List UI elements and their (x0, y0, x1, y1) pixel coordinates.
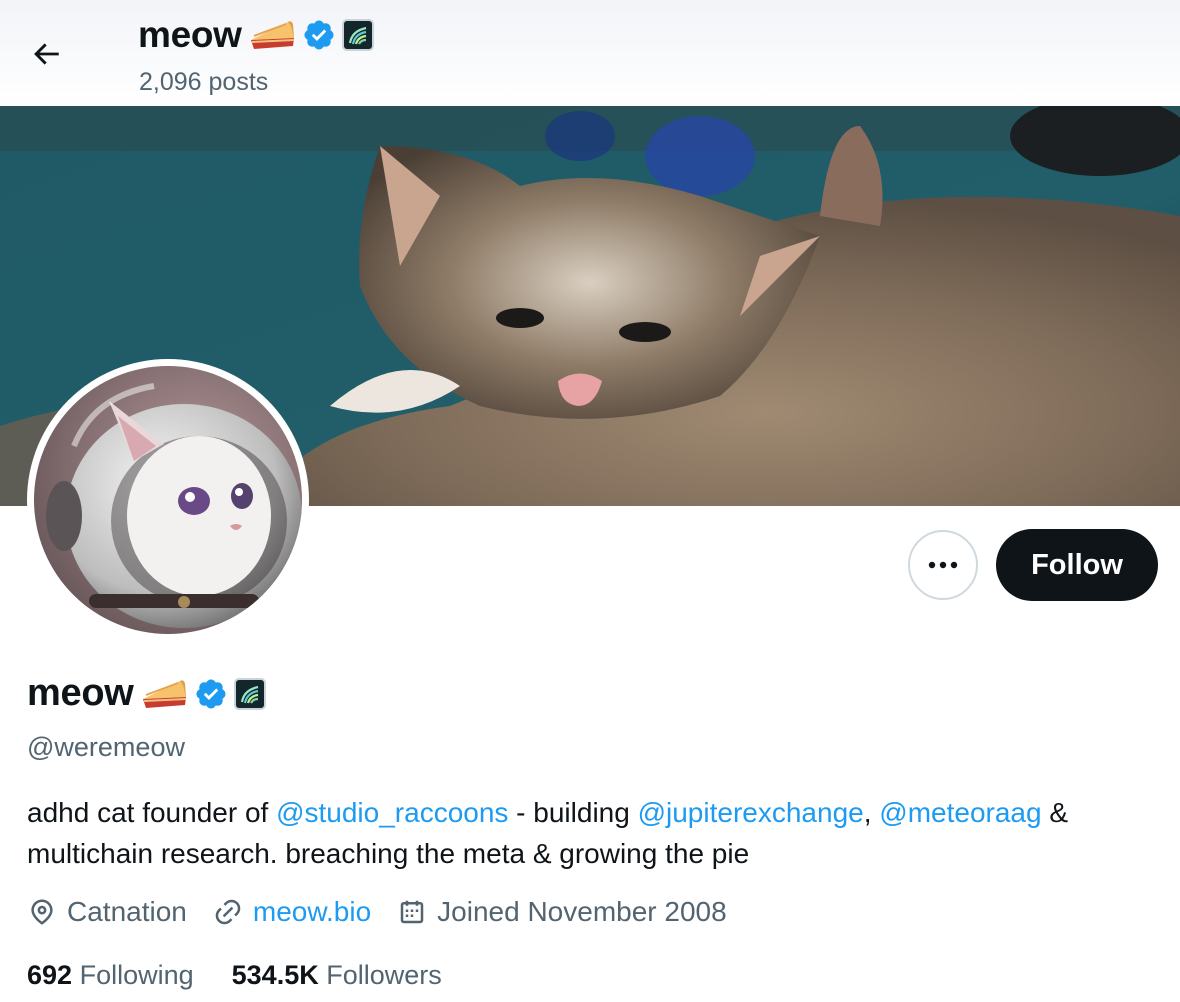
affiliate-badge-icon[interactable] (233, 677, 266, 710)
header-display-name: meow (138, 14, 374, 56)
affiliate-badge-icon[interactable] (341, 19, 374, 51)
pie-emoji-icon (140, 675, 188, 713)
followers-stat[interactable]: 534.5K Followers (232, 960, 442, 991)
followers-label: Followers (326, 960, 442, 990)
follow-button[interactable]: Follow (996, 529, 1158, 601)
back-button[interactable] (22, 30, 70, 78)
following-label: Following (79, 960, 194, 990)
bio-text: , (863, 797, 880, 828)
profile-header-bar: meow 2,096 posts (0, 0, 1180, 106)
profile-page: meow 2,096 posts Follow meow @weremeow a… (0, 0, 1180, 1002)
website-item[interactable]: meow.bio (213, 896, 371, 928)
arrow-left-icon (34, 43, 59, 65)
profile-display-name: meow (27, 672, 266, 715)
following-stat[interactable]: 692 Following (27, 960, 194, 991)
joined-item: Joined November 2008 (397, 896, 727, 928)
header-post-count: 2,096 posts (139, 68, 269, 96)
header-name-text: meow (138, 14, 242, 55)
link-icon (215, 899, 241, 925)
profile-meta: Catnation meow.bio Joined November 2008 (27, 896, 753, 928)
joined-text: Joined November 2008 (437, 896, 727, 927)
following-count: 692 (27, 960, 73, 990)
more-options-button[interactable] (908, 530, 978, 600)
location-text: Catnation (67, 896, 187, 927)
profile-stats: 692 Following 534.5K Followers (27, 960, 480, 991)
followers-count: 534.5K (231, 960, 319, 990)
location-pin-icon (31, 899, 53, 925)
location-item: Catnation (27, 896, 187, 928)
verified-badge-icon[interactable] (302, 18, 336, 52)
website-link[interactable]: meow.bio (253, 896, 371, 928)
calendar-icon (400, 900, 424, 924)
bio-text: - building (508, 797, 638, 828)
mention-link[interactable]: @studio_raccoons (276, 797, 508, 828)
mention-link[interactable]: @jupiterexchange (638, 797, 864, 828)
profile-avatar[interactable] (27, 359, 309, 641)
profile-handle: @weremeow (27, 732, 185, 762)
avatar-image (34, 366, 302, 634)
mention-link[interactable]: @meteoraag (879, 797, 1041, 828)
more-dots-icon (928, 561, 958, 569)
verified-badge-icon[interactable] (194, 677, 228, 711)
pie-emoji-icon (248, 16, 296, 54)
bio-text: adhd cat founder of (27, 797, 277, 828)
profile-bio: adhd cat founder of @studio_raccoons - b… (27, 792, 1157, 874)
profile-name-text: meow (27, 672, 134, 714)
